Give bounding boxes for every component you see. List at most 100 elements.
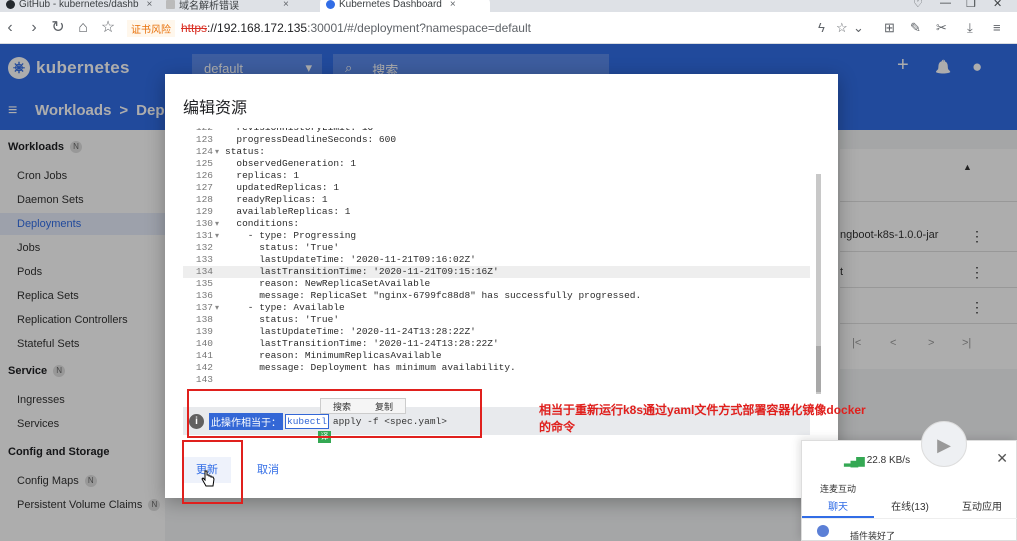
cancel-button[interactable]: 取消 <box>247 457 289 483</box>
line-number: 143 <box>195 374 213 385</box>
code-line[interactable]: 123 progressDeadlineSeconds: 600 <box>183 134 810 146</box>
code-line[interactable]: 142 message: Deployment has minimum avai… <box>183 362 810 374</box>
code-line[interactable]: 131 ▾ - type: Progressing <box>183 230 810 242</box>
star-icon[interactable]: ☆ <box>836 20 848 36</box>
code-line[interactable]: 135 reason: NewReplicaSetAvailable <box>183 278 810 290</box>
line-number: 139 <box>195 326 213 337</box>
code-text: updatedReplicas: 1 <box>225 182 340 193</box>
bookmark-star-icon[interactable]: ☆ <box>98 18 118 38</box>
kubernetes-icon <box>326 0 335 9</box>
heart-icon[interactable]: ♡ <box>913 0 923 10</box>
code-line[interactable]: 136 message: ReplicaSet "nginx-6799fc88d… <box>183 290 810 302</box>
url-host: ://192.168.172.135 <box>207 21 308 35</box>
chevron-down-icon[interactable]: ⌄ <box>853 20 864 36</box>
browser-tab-bar: GitHub - kubernetes/dashb × 域名解析错误 × Kub… <box>0 0 1017 12</box>
tab-kubernetes-dashboard[interactable]: Kubernetes Dashboard × <box>320 0 490 12</box>
code-text: replicas: 1 <box>225 170 300 181</box>
back-icon[interactable]: ‹ <box>0 18 20 38</box>
code-text: - type: Available <box>225 302 345 313</box>
line-number: 127 <box>195 182 213 193</box>
code-line[interactable]: 129 availableReplicas: 1 <box>183 206 810 218</box>
close-window-button[interactable]: ✕ <box>993 0 1002 10</box>
annotation-text: 相当于重新运行k8s通过yaml文件方式部署容器化镜像docker的命令 <box>539 403 866 434</box>
url-scheme: https <box>181 21 208 35</box>
code-text: lastTransitionTime: '2020-11-21T09:15:16… <box>225 266 499 277</box>
tab-close-icon[interactable]: × <box>450 0 456 10</box>
line-number: 130 <box>195 218 213 229</box>
line-number: 138 <box>195 314 213 325</box>
line-number: 142 <box>195 362 213 373</box>
page-icon <box>166 0 175 9</box>
code-text: status: 'True' <box>225 314 340 325</box>
home-icon[interactable]: ⌂ <box>73 18 93 38</box>
code-line[interactable]: 140 lastTransitionTime: '2020-11-24T13:2… <box>183 338 810 350</box>
line-number: 131 <box>195 230 213 241</box>
code-text: status: 'True' <box>225 242 340 253</box>
code-line[interactable]: 143 <box>183 374 810 386</box>
code-line[interactable]: 141 reason: MinimumReplicasAvailable <box>183 350 810 362</box>
yaml-editor[interactable]: 122 revisionHistoryLimit: 10123 progress… <box>183 128 810 390</box>
code-line[interactable]: 133 lastUpdateTime: '2020-11-21T09:16:02… <box>183 254 810 266</box>
code-text: conditions: <box>225 218 300 229</box>
code-line[interactable]: 126 replicas: 1 <box>183 170 810 182</box>
lightning-icon[interactable]: ϟ <box>818 20 825 35</box>
download-icon[interactable]: ⤓ <box>967 20 973 36</box>
code-line[interactable]: 130 ▾ conditions: <box>183 218 810 230</box>
apps-icon[interactable]: ⊞ <box>884 20 895 36</box>
tab-title: Kubernetes Dashboard <box>339 0 442 10</box>
forward-icon[interactable]: › <box>24 18 44 38</box>
editor-scrollbar-thumb[interactable] <box>816 346 821 392</box>
live-chat-panel: ▶ ▂▄▆ 22.8 KB/s ✕ 连麦互动 聊天 在线(13) 互动应用 插件… <box>801 421 1017 541</box>
line-number: 129 <box>195 206 213 217</box>
code-text: reason: MinimumReplicasAvailable <box>225 350 442 361</box>
edit-icon[interactable]: ✎ <box>910 20 921 36</box>
minimize-button[interactable]: — <box>940 0 951 9</box>
code-line[interactable]: 128 readyReplicas: 1 <box>183 194 810 206</box>
tab-title: GitHub - kubernetes/dashb <box>19 0 139 10</box>
address-bar[interactable]: 证书风险 https ://192.168.172.135 :30001/#/d… <box>127 16 867 40</box>
menu-icon[interactable]: ≡ <box>993 20 1001 35</box>
line-number: 125 <box>195 158 213 169</box>
code-text: message: ReplicaSet "nginx-6799fc88d8" h… <box>225 290 642 301</box>
chat-subtitle[interactable]: 连麦互动 <box>820 482 856 495</box>
line-number: 136 <box>195 290 213 301</box>
github-icon <box>6 0 15 9</box>
code-text: - type: Progressing <box>225 230 357 241</box>
code-text: message: Deployment has minimum availabi… <box>225 362 516 373</box>
maximize-button[interactable]: ❐ <box>966 0 976 10</box>
close-icon[interactable]: ✕ <box>996 450 1008 467</box>
reload-icon[interactable]: ↻ <box>48 18 68 38</box>
code-line[interactable]: 132 status: 'True' <box>183 242 810 254</box>
code-line[interactable]: 137 ▾ - type: Available <box>183 302 810 314</box>
play-icon[interactable]: ▶ <box>921 421 967 467</box>
code-text: readyReplicas: 1 <box>225 194 328 205</box>
tab-interactive-apps[interactable]: 互动应用 <box>946 497 1017 518</box>
hand-cursor-icon <box>201 470 215 487</box>
line-number: 124 <box>195 146 213 157</box>
code-line[interactable]: 124 ▾ status: <box>183 146 810 158</box>
annotation-box-notice <box>187 389 482 438</box>
tab-close-icon[interactable]: × <box>283 0 289 10</box>
code-line[interactable]: 127 updatedReplicas: 1 <box>183 182 810 194</box>
browser-toolbar: ‹ › ↻ ⌂ ☆ 证书风险 https ://192.168.172.135 … <box>0 12 1017 44</box>
tab-chat[interactable]: 聊天 <box>802 497 874 518</box>
tab-close-icon[interactable]: × <box>147 0 153 10</box>
chat-message: 插件装好了 <box>850 531 896 541</box>
code-line[interactable]: 138 status: 'True' <box>183 314 810 326</box>
code-text: progressDeadlineSeconds: 600 <box>225 134 397 145</box>
code-line[interactable]: 134 lastTransitionTime: '2020-11-21T09:1… <box>183 266 810 278</box>
code-line[interactable]: 125 observedGeneration: 1 <box>183 158 810 170</box>
tab-github[interactable]: GitHub - kubernetes/dashb × <box>0 0 160 12</box>
line-number: 135 <box>195 278 213 289</box>
line-number: 123 <box>195 134 213 145</box>
avatar <box>817 525 829 537</box>
dialog-title: 编辑资源 <box>183 100 248 117</box>
code-line[interactable]: 139 lastUpdateTime: '2020-11-24T13:28:22… <box>183 326 810 338</box>
line-number: 128 <box>195 194 213 205</box>
tab-online[interactable]: 在线(13) <box>874 497 946 518</box>
signal-icon: ▂▄▆ <box>844 455 865 467</box>
tab-title: 域名解析错误 <box>179 1 239 12</box>
certificate-warning-badge[interactable]: 证书风险 <box>127 19 175 37</box>
scissors-icon[interactable]: ✂ <box>936 20 947 36</box>
tab-dns-error[interactable]: 域名解析错误 × <box>160 0 320 12</box>
